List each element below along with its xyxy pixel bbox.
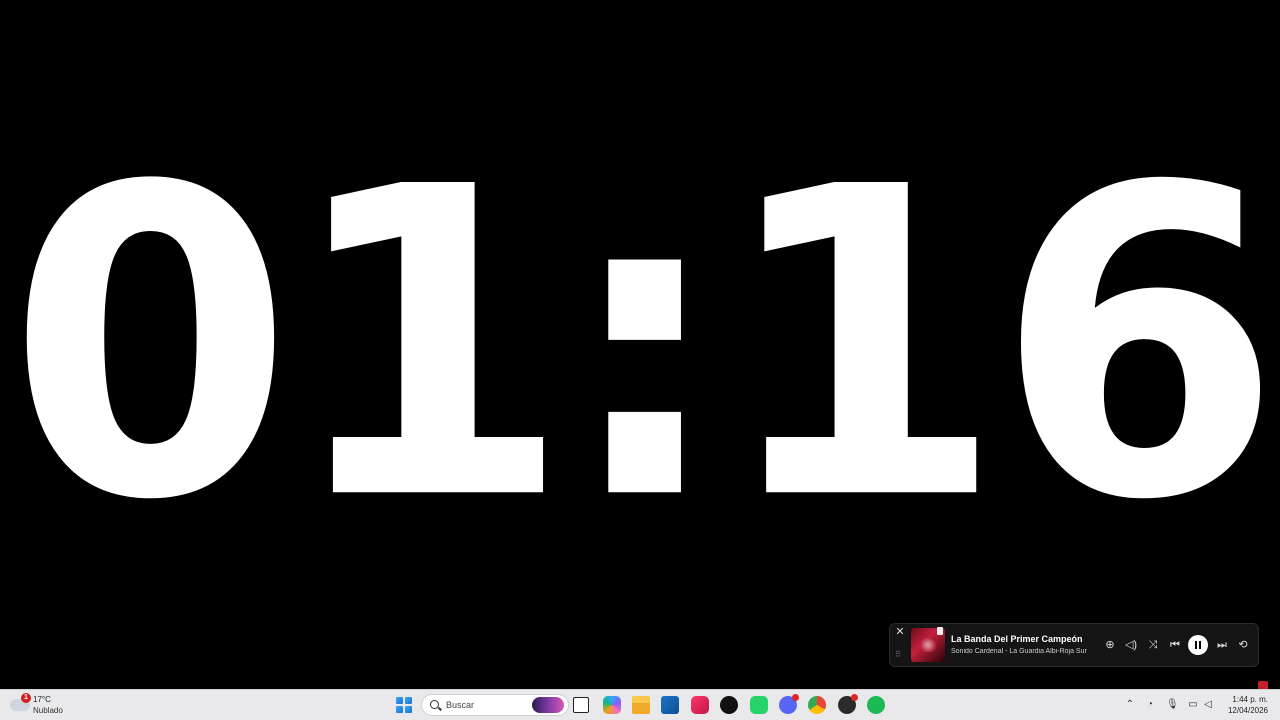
file-explorer-icon[interactable] xyxy=(632,696,650,714)
close-icon[interactable]: ✕ xyxy=(894,626,906,638)
network-security-icon[interactable]: ◔ xyxy=(1144,699,1156,711)
whatsapp-icon[interactable] xyxy=(750,696,768,714)
system-clock[interactable]: 1:44 p. m. 12/04/2026 xyxy=(1228,694,1268,716)
task-view-icon[interactable] xyxy=(573,697,589,713)
app-icon[interactable] xyxy=(691,696,709,714)
timer-display: 01:16 xyxy=(0,132,1280,558)
obs-notification-dot xyxy=(851,694,858,701)
pause-button[interactable] xyxy=(1188,635,1208,655)
weather-widget[interactable]: 1 17°C Nublado xyxy=(10,693,80,717)
weather-condition: Nublado xyxy=(33,706,63,715)
drag-handle-icon[interactable]: ⠿ xyxy=(895,651,903,662)
microsoft-store-icon[interactable] xyxy=(661,696,679,714)
repeat-icon[interactable]: ⟲ xyxy=(1234,636,1252,654)
clock-date: 12/04/2026 xyxy=(1227,706,1268,715)
pause-icon xyxy=(1195,641,1197,649)
source-app-icon xyxy=(937,627,943,635)
shuffle-icon[interactable]: ⤨ xyxy=(1144,636,1162,654)
display-icon[interactable]: ▭ xyxy=(1187,699,1199,711)
copilot-icon[interactable] xyxy=(603,696,621,714)
tiktok-icon[interactable] xyxy=(720,696,738,714)
weather-alert-badge: 1 xyxy=(21,693,31,703)
desktop-screen: 01:16 ✕ ⠿ La Banda Del Primer Campeón So… xyxy=(0,0,1280,720)
chrome-icon[interactable] xyxy=(808,696,826,714)
microphone-icon[interactable]: 🎙 xyxy=(1166,699,1179,711)
chevron-up-icon[interactable]: ⌃ xyxy=(1124,699,1136,711)
taskbar: 1 17°C Nublado ⌃ ◔ 🎙 ▭ ◁ xyxy=(0,689,1280,720)
timer-value: 01:16 xyxy=(7,97,1280,593)
track-artist: Sonido Cardenal - La Guardia Albi-Roja S… xyxy=(951,648,1087,655)
add-icon[interactable]: ⊕ xyxy=(1101,636,1119,654)
search-box[interactable] xyxy=(421,694,569,716)
search-icon xyxy=(430,700,439,709)
search-highlight-image xyxy=(532,697,564,713)
previous-track-icon[interactable]: ⏮ xyxy=(1166,636,1184,654)
media-flyout[interactable]: ✕ ⠿ La Banda Del Primer Campeón Sonido C… xyxy=(889,623,1259,667)
clock-time: 1:44 p. m. xyxy=(1232,695,1268,704)
volume-icon[interactable]: ◁) xyxy=(1122,636,1140,654)
weather-temperature: 17°C xyxy=(33,695,51,704)
search-input[interactable] xyxy=(446,695,526,715)
windows-start-icon[interactable] xyxy=(396,697,412,713)
discord-notification-dot xyxy=(792,694,799,701)
track-title: La Banda Del Primer Campeón xyxy=(951,634,1083,644)
spotify-icon[interactable] xyxy=(867,696,885,714)
volume-icon[interactable]: ◁ xyxy=(1202,699,1214,711)
next-track-icon[interactable]: ⏭ xyxy=(1213,636,1231,654)
